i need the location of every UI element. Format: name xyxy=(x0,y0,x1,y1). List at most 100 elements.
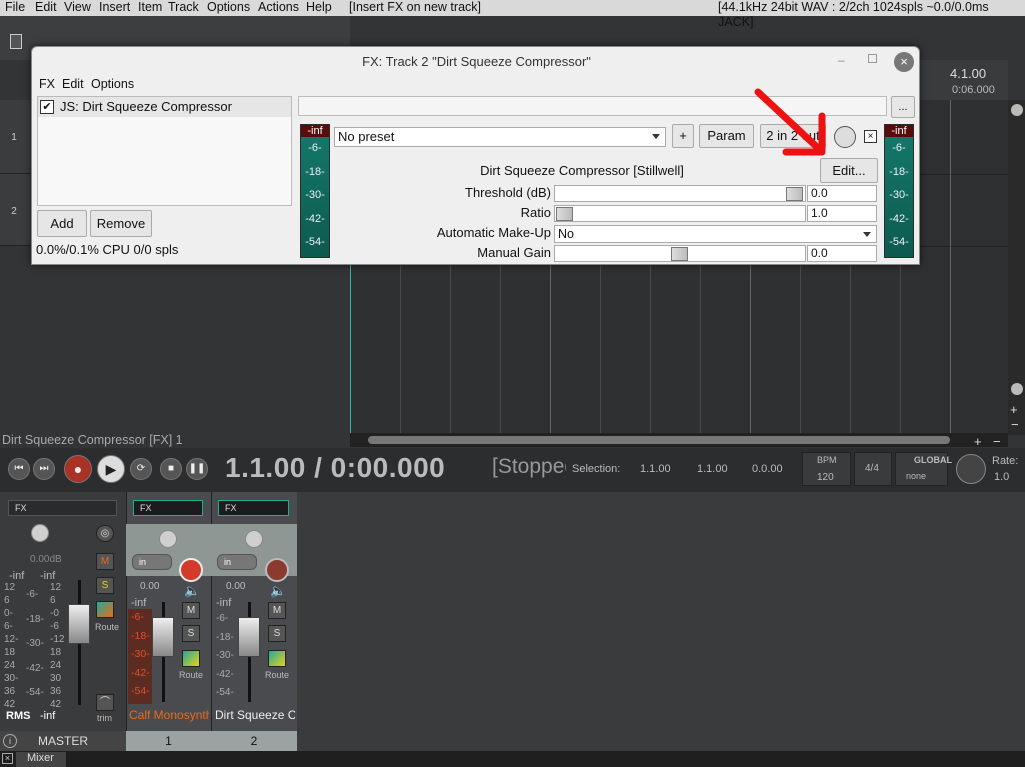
strip-1-fx-button[interactable]: FX xyxy=(133,500,203,516)
timesig-box[interactable]: 4/4 xyxy=(854,452,892,486)
zoom-out-icon[interactable]: − xyxy=(1011,417,1019,432)
master-pan-knob[interactable] xyxy=(31,524,49,542)
menu-file[interactable]: File xyxy=(5,0,25,15)
preset-dropdown-icon xyxy=(652,134,660,139)
strip-2-record-arm-button[interactable] xyxy=(265,558,289,582)
manual-gain-value[interactable]: 0.0 xyxy=(807,245,877,262)
threshold-slider-thumb[interactable] xyxy=(786,187,803,201)
track-number: 1 xyxy=(11,132,17,143)
scroll-down-icon[interactable] xyxy=(1011,383,1023,395)
play-button[interactable]: ▶ xyxy=(97,455,125,483)
master-fx-button[interactable]: FX xyxy=(8,500,117,516)
record-button[interactable]: ● xyxy=(64,455,92,483)
ratio-slider-thumb[interactable] xyxy=(556,207,573,221)
fx-enable-checkbox[interactable]: ✔ xyxy=(40,100,54,114)
threshold-value[interactable]: 0.0 xyxy=(807,185,877,202)
strip-1-route-label: Route xyxy=(179,670,204,680)
strip-1-number[interactable]: 1 xyxy=(126,731,211,751)
menu-edit[interactable]: Edit xyxy=(35,0,57,15)
vertical-scrollbar[interactable]: + − xyxy=(1008,100,1025,435)
track-number: 2 xyxy=(11,206,17,217)
scroll-up-icon[interactable] xyxy=(1011,104,1023,116)
strip-2-mute-button[interactable]: M xyxy=(268,602,286,619)
master-trim-icon[interactable]: ⌒ xyxy=(96,694,114,711)
go-to-start-icon[interactable]: ⏮ xyxy=(8,458,30,480)
menu-help[interactable]: Help xyxy=(306,0,332,15)
output-meter-scale: -6- -18- -30- -42- -54- xyxy=(889,142,909,248)
h-zoom-out-icon[interactable]: − xyxy=(993,434,1001,449)
ruler-measure: 4.1.00 xyxy=(950,66,987,81)
master-info-icon[interactable]: i xyxy=(3,734,17,748)
preset-add-button[interactable]: + xyxy=(672,124,694,148)
manual-gain-slider[interactable] xyxy=(554,245,806,262)
bypass-checkbox[interactable]: × xyxy=(864,130,877,143)
master-stereo-icon[interactable]: ◎ xyxy=(96,525,114,542)
menu-insert[interactable]: Insert xyxy=(99,0,130,15)
strip-1-solo-button[interactable]: S xyxy=(182,625,200,642)
ratio-slider[interactable] xyxy=(554,205,806,222)
bpm-box[interactable]: BPM 120 xyxy=(802,452,851,486)
minimize-icon[interactable]: – xyxy=(838,53,845,67)
global-label: GLOBAL xyxy=(914,455,952,465)
master-route-icon[interactable] xyxy=(96,601,114,618)
fx-menu-options[interactable]: Options xyxy=(91,77,134,91)
menu-item[interactable]: Item xyxy=(138,0,162,15)
close-dock-icon[interactable]: × xyxy=(2,753,13,764)
output-meter: -inf -6- -18- -30- -42- -54- xyxy=(884,124,914,258)
menu-track[interactable]: Track xyxy=(168,0,199,15)
strip-2-number[interactable]: 2 xyxy=(211,731,297,751)
strip-1-record-arm-button[interactable] xyxy=(179,558,203,582)
strip-1-name[interactable]: Calf Monosynth xyxy=(129,708,209,722)
close-window-button[interactable]: × xyxy=(894,52,914,72)
mixer-tab[interactable]: Mixer xyxy=(16,752,66,767)
strip-1-fader[interactable] xyxy=(152,617,174,657)
strip-2-name[interactable]: Dirt Squeeze Compressor xyxy=(215,708,295,722)
master-trim-label: trim xyxy=(97,713,112,723)
fx-more-button[interactable]: ... xyxy=(891,96,915,118)
makeup-select[interactable]: No xyxy=(554,225,877,243)
preset-select[interactable]: No preset xyxy=(334,127,666,147)
new-project-icon[interactable] xyxy=(10,34,22,49)
strip-2-input-select[interactable]: in xyxy=(217,554,257,570)
strip-1-input-select[interactable]: in xyxy=(132,554,172,570)
strip-1-mute-button[interactable]: M xyxy=(182,602,200,619)
strip-2-fx-button[interactable]: FX xyxy=(218,500,289,516)
strip-1-pan-knob[interactable] xyxy=(159,530,177,548)
selection-start[interactable]: 1.1.00 xyxy=(640,463,671,475)
master-solo-button[interactable]: S xyxy=(96,577,114,594)
strip-1-route-icon[interactable] xyxy=(182,650,200,667)
stop-button[interactable]: ■ xyxy=(160,458,182,480)
fx-chain-list[interactable]: ✔ JS: Dirt Squeeze Compressor xyxy=(37,96,292,206)
master-name[interactable]: MASTER xyxy=(0,731,126,751)
repeat-icon[interactable]: ⟳ xyxy=(130,458,152,480)
master-mute-button[interactable]: M xyxy=(96,553,114,570)
threshold-slider[interactable] xyxy=(554,185,806,202)
maximize-icon[interactable] xyxy=(868,54,877,63)
fx-menu-edit[interactable]: Edit xyxy=(62,77,84,91)
strip-1-speaker-icon[interactable]: 🔈 xyxy=(184,583,200,599)
selection-end[interactable]: 1.1.00 xyxy=(697,463,728,475)
horizontal-scroll-thumb[interactable] xyxy=(368,436,950,444)
menu-options[interactable]: Options xyxy=(207,0,250,15)
fx-menu-fx[interactable]: FX xyxy=(39,77,55,91)
strip-2-route-icon[interactable] xyxy=(268,650,286,667)
go-to-end-icon[interactable]: ⏭ xyxy=(33,458,55,480)
pause-button[interactable]: ❚❚ xyxy=(186,458,208,480)
menu-actions[interactable]: Actions xyxy=(258,0,299,15)
add-fx-button[interactable]: Add xyxy=(37,210,87,237)
rate-knob[interactable] xyxy=(956,454,986,484)
strip-2-speaker-icon[interactable]: 🔈 xyxy=(270,583,286,599)
strip-2-fader[interactable] xyxy=(238,617,260,657)
h-zoom-in-icon[interactable]: + xyxy=(974,434,982,449)
manual-gain-slider-thumb[interactable] xyxy=(671,247,688,261)
ratio-value[interactable]: 1.0 xyxy=(807,205,877,222)
menu-view[interactable]: View xyxy=(64,0,91,15)
remove-fx-button[interactable]: Remove xyxy=(90,210,152,237)
global-automation-box[interactable]: GLOBAL none xyxy=(895,452,952,486)
zoom-in-icon[interactable]: + xyxy=(1010,402,1018,417)
fx-chain-item[interactable]: ✔ JS: Dirt Squeeze Compressor xyxy=(38,97,291,117)
master-fader[interactable] xyxy=(68,604,90,644)
strip-2-pan-knob[interactable] xyxy=(245,530,263,548)
strip-2-solo-button[interactable]: S xyxy=(268,625,286,642)
selection-length[interactable]: 0.0.00 xyxy=(752,463,783,475)
